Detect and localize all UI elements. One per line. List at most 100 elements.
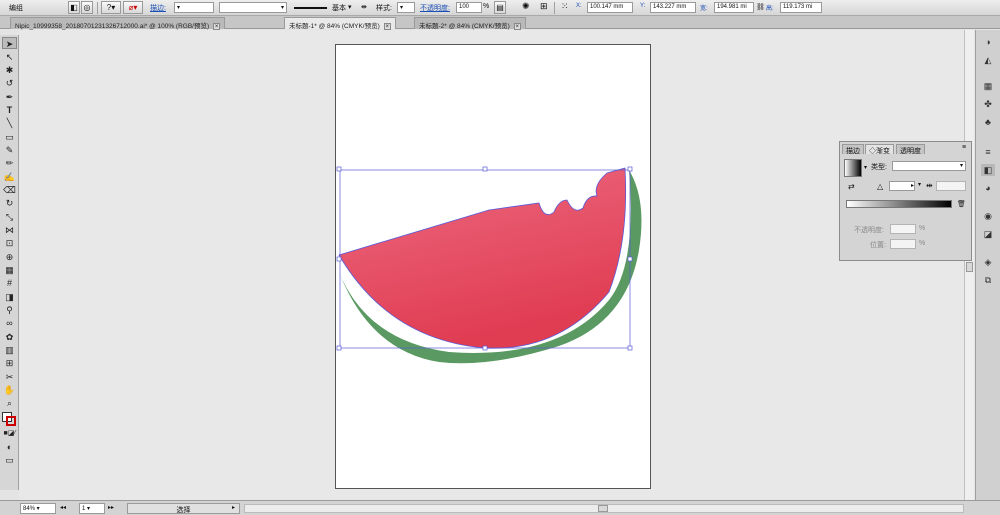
angle-dropdown-icon[interactable]: ▾ <box>918 181 921 188</box>
stop-location-field[interactable] <box>890 239 916 249</box>
blob-brush-tool-icon[interactable]: ✍ <box>2 171 17 183</box>
watermelon-flesh[interactable] <box>338 167 627 349</box>
opacity-field[interactable]: 100 <box>456 2 482 13</box>
line-tool-icon[interactable]: ╲ <box>2 117 17 129</box>
slice-tool-icon[interactable]: ✂ <box>2 371 17 383</box>
direct-selection-tool-icon[interactable]: ↖ <box>2 51 17 63</box>
gradient-panel-icon[interactable]: ◧ <box>981 164 995 176</box>
transparency-icon[interactable]: ◕ <box>981 182 995 194</box>
height-field[interactable]: 119.173 mi <box>780 2 822 13</box>
graphic-style-swatch[interactable]: ▾ <box>397 2 415 13</box>
next-artboard-icon[interactable]: ▸▸ <box>108 504 114 511</box>
stroke-weight-field[interactable]: ▾ <box>174 2 214 13</box>
color-mode-icon[interactable]: ■◪⁄ <box>2 428 17 440</box>
vertical-scrollbar[interactable] <box>964 30 974 500</box>
delete-stop-icon[interactable]: 🗑 <box>957 200 966 208</box>
resize-handle[interactable] <box>336 345 342 351</box>
aspect-ratio-field[interactable] <box>936 181 966 191</box>
resize-handle[interactable] <box>627 345 633 351</box>
perspective-grid-tool-icon[interactable]: ▦ <box>2 264 17 276</box>
symbol-sprayer-tool-icon[interactable]: ✿ <box>2 331 17 343</box>
tab-document-untitled-2[interactable]: 未标题-2* @ 84% (CMYK/预览) × <box>414 17 526 30</box>
stop-opacity-field[interactable] <box>890 224 916 234</box>
artboard-number-field[interactable]: 1 ▾ <box>79 503 105 514</box>
y-field[interactable]: 143.227 mm <box>650 2 696 13</box>
type-tool-icon[interactable]: T <box>2 104 17 116</box>
appearance-icon[interactable]: ◉ <box>981 210 995 222</box>
align-icon[interactable]: ✺ <box>522 1 530 12</box>
eraser-tool-icon[interactable]: ⌫ <box>2 184 17 196</box>
panel-menu-icon[interactable]: ≡ <box>962 144 966 151</box>
angle-icon[interactable]: △ <box>877 182 883 191</box>
magic-wand-tool-icon[interactable]: ✱ <box>2 64 17 76</box>
gradient-tool-icon[interactable]: ◨ <box>2 291 17 303</box>
reverse-gradient-icon[interactable]: ⇄ <box>848 182 855 191</box>
zoom-tool-icon[interactable]: ⌕ <box>2 397 17 409</box>
pencil-tool-icon[interactable]: ✏ <box>2 157 17 169</box>
artboards-icon[interactable]: ⧉ <box>981 274 995 286</box>
eyedropper-tool-icon[interactable]: ⚲ <box>2 304 17 316</box>
transform-icon[interactable]: ⊞ <box>540 1 548 12</box>
width-tool-icon[interactable]: ⋈ <box>2 224 17 236</box>
reference-point-icon[interactable]: ⁙ <box>561 1 569 12</box>
layers-icon[interactable]: ◈ <box>981 256 995 268</box>
resize-handle[interactable] <box>482 166 488 172</box>
tab-gradient[interactable]: ◇渐变 <box>865 144 894 155</box>
stroke-panel-icon[interactable]: ≡ <box>981 146 995 158</box>
tab-document-nipic[interactable]: Nipic_10999358_20180701231326712000.ai* … <box>10 17 226 30</box>
free-transform-tool-icon[interactable]: ⊡ <box>2 237 17 249</box>
scale-tool-icon[interactable]: ⤡ <box>2 211 17 223</box>
watermelon-artwork[interactable] <box>19 30 971 500</box>
aspect-ratio-icon[interactable]: ⇹ <box>926 181 933 190</box>
gradient-type-select[interactable]: ▾ <box>892 161 966 171</box>
group-mode-icon[interactable]: ◎ <box>81 1 93 14</box>
artboard-tool-icon[interactable]: ⊞ <box>2 357 17 369</box>
drawing-mode-icon[interactable]: ◐ <box>2 441 17 453</box>
first-artboard-icon[interactable]: ◂◂ <box>60 504 66 511</box>
column-graph-tool-icon[interactable]: ▥ <box>2 344 17 356</box>
color-panel-icon[interactable]: ◑ <box>981 36 995 48</box>
blend-tool-icon[interactable]: ∞ <box>2 317 17 329</box>
resize-handle[interactable] <box>336 256 342 262</box>
width-field[interactable]: 194.981 mi <box>714 2 754 13</box>
variable-width-profile[interactable]: ▾ <box>219 2 287 13</box>
angle-field[interactable]: ▸ <box>889 181 915 191</box>
canvas-area[interactable] <box>19 30 971 500</box>
opacity-label[interactable]: 不透明度: <box>420 3 450 13</box>
isolate-group-icon[interactable]: ◧ <box>68 1 80 14</box>
pen-tool-icon[interactable]: ✒ <box>2 91 17 103</box>
scrollbar-thumb[interactable] <box>966 262 973 272</box>
close-icon[interactable]: × <box>213 23 221 30</box>
stroke-swatch[interactable]: ⌀▾ <box>123 1 143 14</box>
stroke-color-swatch[interactable] <box>6 416 16 426</box>
swatches-icon[interactable]: ▦ <box>981 80 995 92</box>
fill-swatch[interactable]: ?▾ <box>101 1 121 14</box>
status-menu-icon[interactable]: ▸ <box>232 504 235 511</box>
close-icon[interactable]: × <box>513 23 521 30</box>
resize-handle[interactable] <box>336 166 342 172</box>
doc-setup-icon[interactable]: ▤ <box>494 1 506 14</box>
resize-handle[interactable] <box>627 256 633 262</box>
close-icon[interactable]: × <box>383 23 391 30</box>
horizontal-scrollbar[interactable] <box>244 504 964 513</box>
color-guide-icon[interactable]: ◭ <box>981 54 995 66</box>
paintbrush-tool-icon[interactable]: ✎ <box>2 144 17 156</box>
screen-mode-icon[interactable]: ▭ <box>2 454 17 466</box>
resize-handle[interactable] <box>482 345 488 351</box>
lasso-tool-icon[interactable]: ↺ <box>2 77 17 89</box>
rotate-tool-icon[interactable]: ↻ <box>2 197 17 209</box>
link-proportions-icon[interactable]: ⛓ <box>756 3 765 11</box>
symbols-icon[interactable]: ♣ <box>981 116 995 128</box>
brush-dropdown-icon[interactable]: ▾ <box>348 3 352 11</box>
x-field[interactable]: 100.147 mm <box>587 2 633 13</box>
brushes-icon[interactable]: ✤ <box>981 98 995 110</box>
hand-tool-icon[interactable]: ✋ <box>2 384 17 396</box>
resize-handle[interactable] <box>627 166 633 172</box>
tab-transparency[interactable]: 透明度 <box>896 144 925 155</box>
gradient-slider[interactable] <box>846 200 952 208</box>
status-tool-display[interactable]: 选择 <box>127 503 240 514</box>
mesh-tool-icon[interactable]: # <box>2 277 17 289</box>
gradient-thumbnail[interactable] <box>844 159 862 177</box>
shape-builder-tool-icon[interactable]: ⊕ <box>2 251 17 263</box>
rectangle-tool-icon[interactable]: ▭ <box>2 131 17 143</box>
